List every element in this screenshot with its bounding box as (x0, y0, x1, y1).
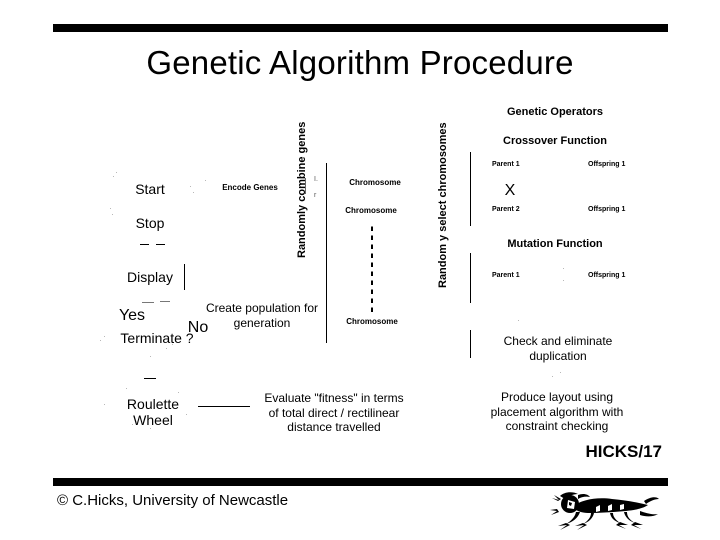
duplication-bracket-rule (470, 330, 471, 358)
roulette-tick (144, 378, 156, 379)
artifact-speck (518, 320, 519, 321)
flow-node-create-population: Create population for generation (205, 301, 319, 330)
artifact-speck (116, 172, 117, 173)
crossover-offspring-1: Offspring 1 (588, 161, 626, 168)
title-divider-top (53, 24, 668, 32)
chromosome-label-2: Chromosome (345, 206, 397, 215)
mutation-function-title: Mutation Function (507, 238, 603, 250)
produce-layout-node: Produce layout using placement algorithm… (490, 390, 624, 434)
artifact-speck (193, 192, 194, 193)
artifact-speck (172, 344, 173, 345)
artifact-speck (563, 268, 564, 269)
chromosome-ellipsis-dots (371, 222, 373, 312)
roulette-to-fitness-line (198, 406, 250, 407)
stop-tick-left (140, 244, 149, 245)
heraldic-lion-icon (540, 487, 660, 531)
flow-label-yes: Yes (118, 307, 146, 324)
copyright-text: © C.Hicks, University of Newcastle (57, 492, 289, 509)
artifact-speck (132, 424, 133, 425)
crossover-cross-mark: X (504, 182, 516, 199)
crossover-bracket-rule (470, 152, 471, 226)
column-label-randomly-combine-genes: Randomly combine genes (296, 121, 308, 258)
flow-node-terminate: Terminate ? (120, 330, 194, 346)
flow-node-display: Display (127, 269, 173, 285)
genetic-operators-heading: Genetic Operators (507, 106, 603, 118)
flow-node-stop: Stop (135, 215, 165, 231)
artifact-speck (150, 356, 151, 357)
artifact-speck (100, 340, 101, 341)
artifact-speck (104, 336, 105, 337)
flow-node-encode-genes: Encode Genes (222, 183, 278, 192)
slide-canvas: Genetic Algorithm Procedure Start Stop D… (0, 0, 720, 540)
artifact-speck (560, 372, 561, 373)
chromosome-label-3: Chromosome (346, 317, 398, 326)
crossover-parent-2: Parent 2 (492, 206, 520, 213)
artifact-speck (190, 186, 191, 187)
artifact-speck (205, 180, 206, 181)
artifact-speck (104, 404, 105, 405)
display-connector-line (184, 264, 185, 290)
artifact-speck (110, 208, 111, 209)
artifact-speck (126, 388, 127, 389)
crossover-parent-1: Parent 1 (492, 161, 520, 168)
mutation-parent-1: Parent 1 (492, 272, 520, 279)
artifact-speck (552, 376, 553, 377)
artifact-speck (113, 176, 114, 177)
gene-tick-bar (305, 178, 306, 194)
check-eliminate-duplication: Check and eliminate duplication (503, 334, 613, 363)
artifact-speck (178, 392, 179, 393)
artifact-speck (112, 214, 113, 215)
gene-tick-lower: r (314, 192, 317, 199)
page-reference: HICKS/17 (585, 442, 662, 461)
column-label-randomly-select-chromosomes: Random y select chromosomes (437, 122, 449, 288)
yes-tick-left (142, 302, 154, 303)
artifact-speck (166, 348, 167, 349)
stop-tick-right (156, 244, 165, 245)
page-title: Genetic Algorithm Procedure (146, 44, 574, 81)
yes-tick-right (160, 301, 170, 302)
crossover-function-title: Crossover Function (503, 135, 607, 147)
flow-node-start: Start (135, 181, 165, 197)
flow-node-evaluate-fitness: Evaluate "fitness" in terms of total dir… (264, 391, 404, 435)
crossover-offspring-2: Offspring 1 (588, 206, 626, 213)
artifact-speck (150, 428, 151, 429)
flow-node-roulette-wheel: Roulette Wheel (126, 396, 180, 429)
chromosome-column-rule (326, 163, 327, 343)
mutation-offspring-1: Offspring 1 (588, 272, 626, 279)
chromosome-label-1: Chromosome (349, 178, 401, 187)
artifact-speck (563, 280, 564, 281)
artifact-speck (186, 414, 187, 415)
gene-tick-upper: I. (314, 176, 318, 183)
footer-divider (53, 478, 668, 486)
mutation-bracket-rule (470, 253, 471, 303)
